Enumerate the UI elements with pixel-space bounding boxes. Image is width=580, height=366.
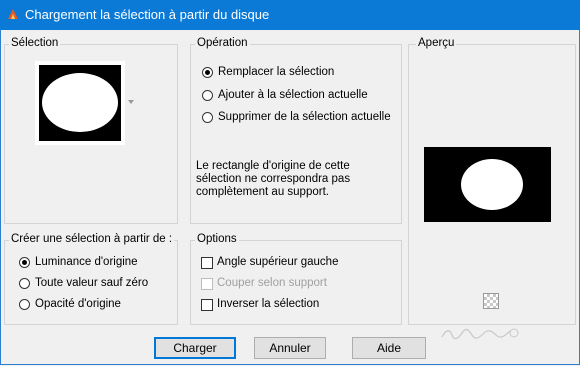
help-button[interactable]: Aide bbox=[352, 337, 426, 359]
info-message: Le rectangle d'origine de cette sélectio… bbox=[196, 160, 351, 198]
create-from-group-label: Créer une sélection à partir de : bbox=[9, 233, 175, 245]
radio-nonzero-label[interactable]: Toute valeur sauf zéro bbox=[35, 277, 148, 289]
checkbox-crop-to-canvas bbox=[201, 278, 213, 290]
radio-opacity-label[interactable]: Opacité d'origine bbox=[35, 298, 121, 310]
checkbox-top-left-label[interactable]: Angle supérieur gauche bbox=[217, 256, 338, 268]
radio-replace-label[interactable]: Remplacer la sélection bbox=[218, 66, 334, 78]
radio-subtract[interactable] bbox=[202, 112, 213, 123]
radio-subtract-label[interactable]: Supprimer de la sélection actuelle bbox=[218, 111, 391, 123]
preview-image bbox=[424, 147, 551, 222]
radio-replace[interactable] bbox=[202, 67, 213, 78]
selection-group-label: Sélection bbox=[9, 37, 61, 49]
preview-group-label: Aperçu bbox=[416, 37, 457, 49]
load-button[interactable]: Charger bbox=[154, 337, 236, 359]
radio-add-label[interactable]: Ajouter à la sélection actuelle bbox=[218, 89, 368, 101]
transparency-checker-icon[interactable] bbox=[483, 293, 499, 309]
options-group-label: Options bbox=[195, 233, 239, 245]
cancel-button[interactable]: Annuler bbox=[254, 337, 326, 359]
checkbox-crop-to-canvas-label: Couper selon support bbox=[217, 277, 327, 289]
checkbox-invert[interactable] bbox=[201, 299, 213, 311]
window-title: Chargement la sélection à partir du disq… bbox=[25, 7, 270, 22]
checkbox-top-left[interactable] bbox=[201, 257, 213, 269]
radio-add[interactable] bbox=[202, 90, 213, 101]
radio-nonzero[interactable] bbox=[19, 278, 30, 289]
thumbnail-dropdown-icon[interactable] bbox=[128, 100, 134, 104]
title-bar: Chargement la sélection à partir du disq… bbox=[0, 0, 580, 30]
selection-thumbnail[interactable] bbox=[35, 61, 125, 145]
app-icon bbox=[8, 9, 18, 19]
radio-opacity[interactable] bbox=[19, 299, 30, 310]
operation-group-label: Opération bbox=[195, 37, 250, 49]
watermark-signature bbox=[441, 328, 519, 340]
radio-luminance[interactable] bbox=[19, 257, 30, 268]
radio-luminance-label[interactable]: Luminance d'origine bbox=[35, 256, 138, 268]
checkbox-invert-label[interactable]: Inverser la sélection bbox=[217, 298, 319, 310]
